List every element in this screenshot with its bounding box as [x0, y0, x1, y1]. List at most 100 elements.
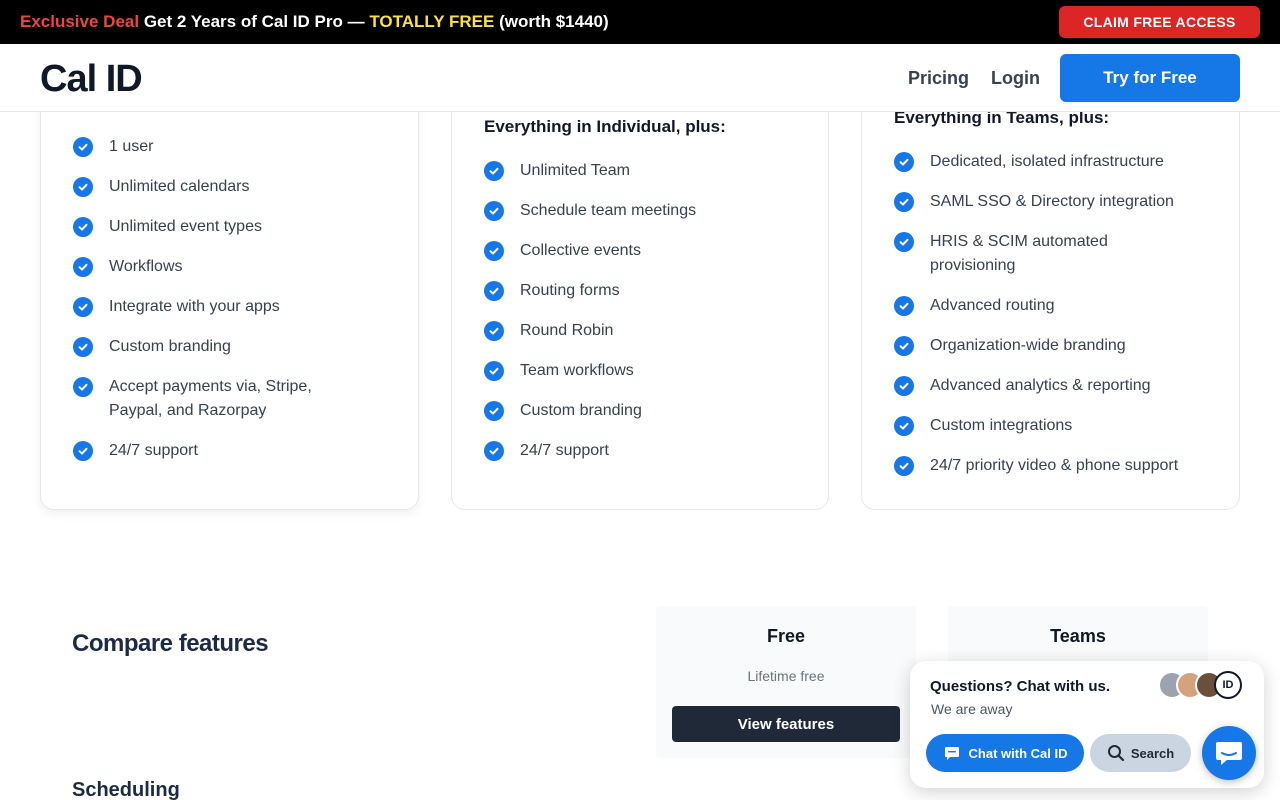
view-features-button[interactable]: View features: [672, 706, 900, 742]
check-circle-icon: [73, 297, 93, 317]
feature-item: Custom branding: [73, 337, 231, 359]
check-circle-icon: [894, 376, 914, 396]
feature-label: Unlimited Team: [520, 162, 630, 179]
feature-item: Workflows: [73, 257, 183, 279]
feature-label: Round Robin: [520, 322, 614, 339]
check-circle-icon: [73, 441, 93, 461]
feature-label: 24/7 priority video & phone support: [930, 457, 1179, 474]
feature-item: Unlimited event types: [73, 217, 262, 239]
promo-worth: (worth $1440): [499, 12, 609, 31]
feature-label: Team workflows: [520, 362, 634, 379]
check-circle-icon: [894, 192, 914, 212]
pricing-card-individual: 1 user Unlimited calendars Unlimited eve…: [40, 60, 419, 510]
feature-label: Custom branding: [109, 338, 231, 355]
promo-free-label: TOTALLY FREE: [369, 12, 495, 31]
feature-item: Organization-wide branding: [894, 336, 1126, 358]
feature-item: Schedule team meetings: [484, 201, 696, 223]
feature-item: Accept payments via, Stripe, Paypal, and…: [73, 377, 363, 423]
agent-avatars: ID: [1158, 671, 1248, 699]
plan-subtitle: Lifetime free: [747, 668, 825, 684]
feature-label: Advanced routing: [930, 297, 1055, 314]
feature-label: Unlimited event types: [109, 218, 262, 235]
feature-label: Accept payments via, Stripe, Paypal, and…: [109, 378, 312, 419]
feature-label: HRIS & SCIM automated provisioning: [930, 233, 1108, 274]
feature-item: Routing forms: [484, 281, 620, 303]
feature-label: 1 user: [109, 138, 154, 155]
plan-name: Free: [766, 626, 806, 646]
nav-pricing-link[interactable]: Pricing: [908, 68, 969, 89]
feature-item: SAML SSO & Directory integration: [894, 192, 1174, 214]
feature-label: Integrate with your apps: [109, 298, 280, 315]
feature-item: Custom integrations: [894, 416, 1072, 438]
check-circle-icon: [484, 201, 504, 221]
chat-button-label: Chat with Cal ID: [968, 745, 1068, 761]
check-circle-icon: [73, 177, 93, 197]
cal-id-logo[interactable]: Cal ID: [40, 58, 143, 101]
chat-status: We are away: [931, 701, 1013, 717]
check-circle-icon: [894, 232, 914, 252]
check-circle-icon: [73, 377, 93, 397]
feature-label: SAML SSO & Directory integration: [930, 193, 1174, 210]
check-circle-icon: [894, 456, 914, 476]
feature-label: Schedule team meetings: [520, 202, 697, 219]
cal-id-avatar: ID: [1214, 671, 1242, 699]
feature-item: Round Robin: [484, 321, 613, 343]
feature-label: Custom integrations: [930, 417, 1073, 434]
check-circle-icon: [484, 441, 504, 461]
feature-item: Unlimited Team: [484, 161, 630, 183]
pricing-card-enterprise: Everything in Teams, plus: Dedicated, is…: [861, 60, 1240, 510]
try-for-free-button[interactable]: Try for Free: [1060, 54, 1240, 102]
check-circle-icon: [73, 337, 93, 357]
check-circle-icon: [73, 257, 93, 277]
chat-title: Questions? Chat with us.: [930, 678, 1111, 695]
card-heading: Everything in Individual, plus:: [484, 117, 726, 136]
check-circle-icon: [484, 361, 504, 381]
feature-label: Unlimited calendars: [109, 178, 250, 195]
chat-with-cal-id-button[interactable]: Chat with Cal ID: [926, 734, 1084, 772]
chat-search-button[interactable]: Search: [1090, 734, 1191, 772]
check-circle-icon: [484, 281, 504, 301]
feature-item: Collective events: [484, 241, 641, 263]
feature-item: Integrate with your apps: [73, 297, 280, 319]
feature-item: Advanced routing: [894, 296, 1055, 318]
feature-label: Collective events: [520, 242, 641, 259]
chat-icon: [1216, 742, 1242, 765]
check-circle-icon: [73, 217, 93, 237]
scheduling-section-title: Scheduling: [72, 779, 180, 800]
feature-label: 24/7 support: [109, 442, 198, 459]
feature-item: Advanced analytics & reporting: [894, 376, 1151, 398]
feature-item: 24/7 support: [484, 441, 609, 463]
feature-label: Workflows: [109, 258, 183, 275]
promo-main-text: Get 2 Years of Cal ID Pro —: [143, 12, 365, 31]
promo-deal-label: Exclusive Deal: [20, 12, 140, 31]
feature-label: Custom branding: [520, 402, 642, 419]
feature-item: HRIS & SCIM automated provisioning: [894, 232, 1154, 278]
promo-bar: Exclusive Deal Get 2 Years of Cal ID Pro…: [0, 0, 1280, 44]
feature-item: 1 user: [73, 137, 153, 159]
site-header: Cal ID Pricing Login Try for Free: [0, 44, 1280, 112]
feature-item: Dedicated, isolated infrastructure: [894, 152, 1164, 174]
check-circle-icon: [73, 137, 93, 157]
check-circle-icon: [894, 336, 914, 356]
check-circle-icon: [484, 241, 504, 261]
compare-features-title: Compare features: [72, 630, 269, 657]
check-circle-icon: [894, 152, 914, 172]
plan-name: Teams: [1050, 626, 1106, 646]
plan-column-free: Free Lifetime free View features: [656, 606, 916, 758]
check-circle-icon: [484, 321, 504, 341]
claim-free-access-button[interactable]: CLAIM FREE ACCESS: [1059, 6, 1260, 38]
pricing-card-teams: Everything in Individual, plus: Unlimite…: [451, 60, 829, 510]
feature-label: Routing forms: [520, 282, 620, 299]
feature-item: Team workflows: [484, 361, 634, 383]
chat-launcher-button[interactable]: [1202, 726, 1256, 780]
chat-bubble-icon: [944, 747, 959, 760]
check-circle-icon: [484, 161, 504, 181]
feature-item: 24/7 priority video & phone support: [894, 456, 1178, 478]
search-icon: [1107, 745, 1124, 762]
feature-label: Dedicated, isolated infrastructure: [930, 153, 1164, 170]
check-circle-icon: [894, 296, 914, 316]
feature-item: Custom branding: [484, 401, 642, 423]
nav-login-link[interactable]: Login: [991, 68, 1040, 89]
search-button-label: Search: [1130, 745, 1175, 761]
feature-label: Advanced analytics & reporting: [930, 377, 1151, 394]
